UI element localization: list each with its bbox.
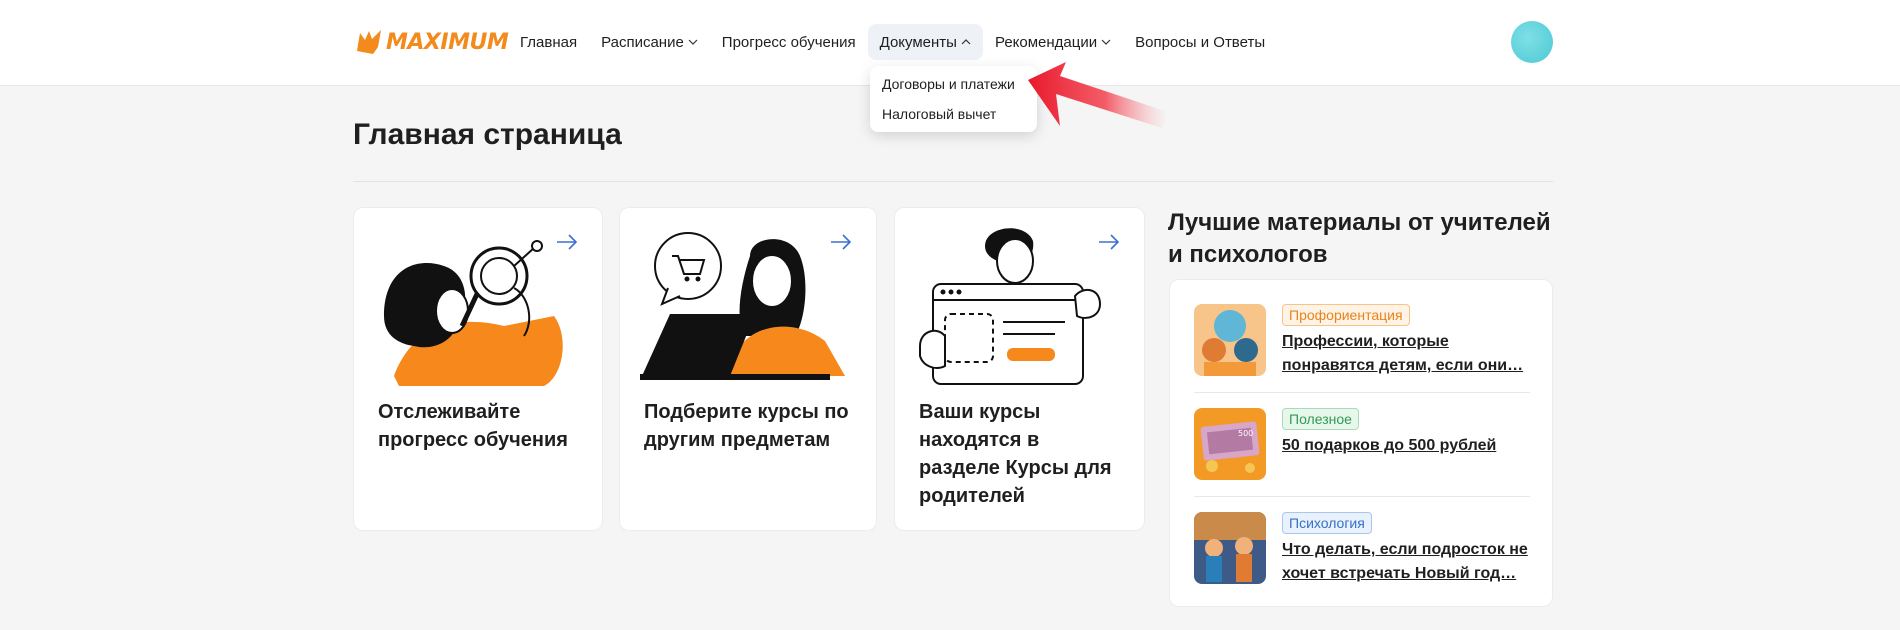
article-tag: Психология [1282,512,1372,534]
nav-label: Прогресс обучения [721,33,856,51]
article-thumbnail: 500 [1194,408,1266,480]
divider [1194,392,1530,393]
nav-item-main[interactable]: Главная [508,24,589,60]
dropdown-item-tax-deduction[interactable]: Налоговый вычет [870,99,1037,129]
article-title-line: хочет встречать Новый год… [1282,565,1517,582]
nav-item-schedule[interactable]: Расписание [589,24,710,60]
nav-label: Главная [520,33,578,51]
article-tag: Профориентация [1282,304,1410,326]
page-title: Главная страница [353,118,622,151]
nav-item-documents[interactable]: Документы [867,24,983,60]
logo[interactable]: MAXIMUM [354,24,509,60]
logo-text: MAXIMUM [386,29,509,55]
article-title[interactable]: Что делать, если подросток не хочет встр… [1282,538,1532,586]
nav-item-progress[interactable]: Прогресс обучения [710,24,868,60]
avatar[interactable] [1511,21,1553,63]
divider [353,181,1553,182]
card-text: Отслеживайте прогресс обучения [378,401,568,451]
card-parent-courses[interactable]: Ваши курсы находятся в разделе Курсы для… [894,207,1145,531]
browser-illustration [919,228,1102,385]
nav-item-faq[interactable]: Вопросы и Ответы [1123,24,1277,60]
article-title[interactable]: 50 подарков до 500 рублей [1282,434,1532,458]
article-item[interactable]: 500 Полезное 50 подарков до 500 рублей [1194,408,1530,488]
materials-panel: Профориентация Профессии, которые понрав… [1169,279,1553,607]
progress-illustration [384,240,563,386]
divider [1194,496,1530,497]
documents-dropdown: Договоры и платежи Налоговый вычет [870,66,1037,132]
article-item[interactable]: Профориентация Профессии, которые понрав… [1194,304,1530,384]
main-nav: Главная Расписание Прогресс обучения Док… [508,24,1277,60]
article-title-line: понравятся детям, если они… [1282,357,1524,374]
red-pointer-arrow-icon [1028,62,1168,128]
article-thumbnail [1194,304,1266,376]
dropdown-item-contracts[interactable]: Договоры и платежи [870,69,1037,99]
card-text: Подберите курсы по другим предметам [644,401,849,451]
article-title[interactable]: Профессии, которые понравятся детям, есл… [1282,330,1532,378]
article-thumbnail [1194,512,1266,584]
nav-label: Рекомендации [994,33,1098,51]
chevron-down-icon [1101,39,1111,45]
nav-label: Расписание [601,33,684,51]
shopping-illustration [640,232,845,380]
article-item[interactable]: Психология Что делать, если подросток не… [1194,512,1530,592]
card-progress[interactable]: Отслеживайте прогресс обучения [353,207,603,531]
card-text: Ваши курсы находятся в разделе Курсы для… [919,401,1112,507]
article-title-line: Профессии, которые [1282,333,1449,350]
chevron-down-icon [688,39,698,45]
chevron-up-icon [961,39,971,45]
article-title-line: Что делать, если подросток не [1282,541,1528,558]
logo-mark-icon [357,30,381,54]
nav-label: Документы [879,33,957,51]
nav-item-recommendations[interactable]: Рекомендации [983,24,1123,60]
article-tag: Полезное [1282,408,1359,430]
card-other-courses[interactable]: Подберите курсы по другим предметам [619,207,877,531]
svg-text:500: 500 [1238,429,1253,438]
nav-label: Вопросы и Ответы [1135,33,1266,51]
materials-title: Лучшие материалы от учителей и психолого… [1168,209,1551,268]
